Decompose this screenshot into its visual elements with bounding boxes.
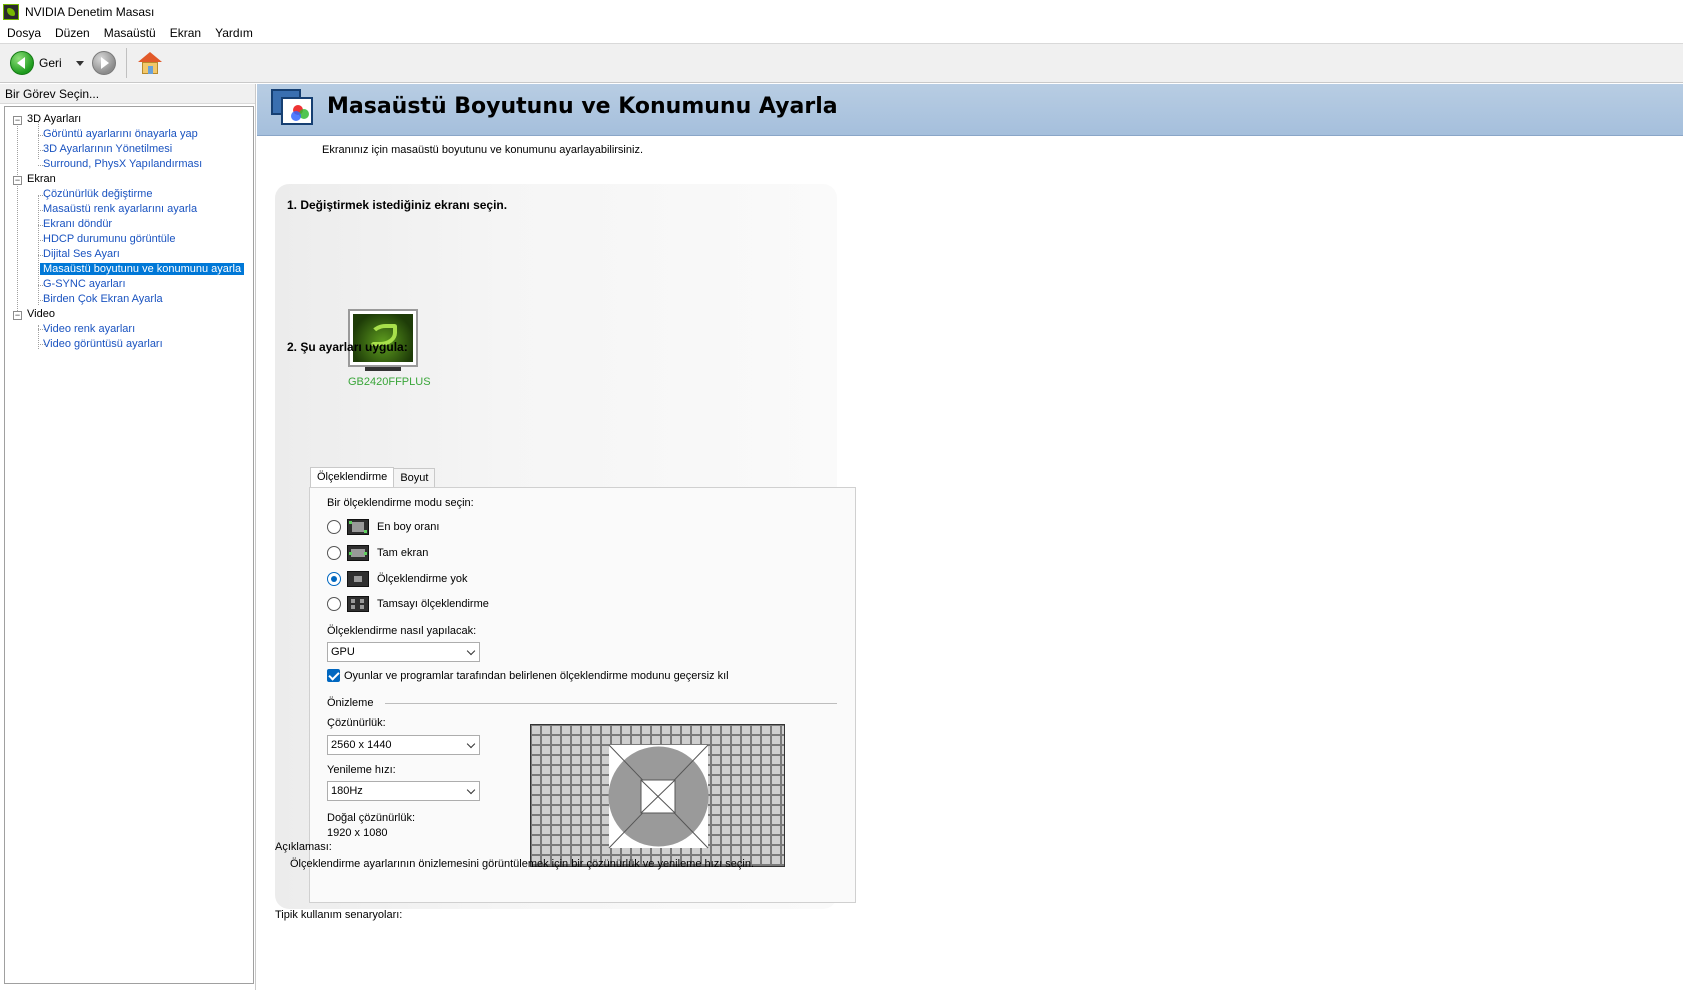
tree-item-digital-audio[interactable]: Dijital Ses Ayarı [43,248,120,260]
radio-no-scaling[interactable] [327,572,341,586]
back-arrow-icon [10,51,34,75]
integer-scaling-icon [347,596,369,612]
override-label: Oyunlar ve programlar tarafından belirle… [344,669,729,682]
refresh-value: 180Hz [331,785,363,797]
scaling-method-value: GPU [331,646,355,658]
tree-item-surround-physx[interactable]: Surround, PhysX Yapılandırması [43,158,202,170]
monitor-icon [348,309,418,367]
mode-label: Ölçeklendirme yok [377,573,468,585]
scaling-mode-label: Bir ölçeklendirme modu seçin: [327,497,474,509]
tree-category-3d[interactable]: 3D Ayarları [27,113,81,125]
native-resolution-value: 1920 x 1080 [327,827,388,839]
scaling-tab-panel: Bir ölçeklendirme modu seçin: En boy ora… [309,487,856,903]
menu-duzen[interactable]: Düzen [48,26,97,40]
tree-item-desktop-size[interactable]: Masaüstü boyutunu ve konumunu ayarla [40,263,245,275]
back-label: Geri [39,56,62,70]
history-dropdown-icon[interactable] [75,60,84,66]
mode-aspect-ratio[interactable]: En boy oranı [327,518,439,536]
native-resolution-label: Doğal çözünürlük: [327,812,416,824]
settings-tabs: Ölçeklendirme Boyut [310,466,436,488]
refresh-select[interactable]: 180Hz [327,781,480,801]
mode-label: Tamsayı ölçeklendirme [377,598,489,610]
home-icon[interactable] [137,51,163,75]
override-checkbox-row[interactable]: Oyunlar ve programlar tarafından belirle… [327,669,729,682]
page-intro: Ekranınız için masaüstü boyutunu ve konu… [322,144,643,156]
no-scaling-icon [347,571,369,587]
mode-no-scaling[interactable]: Ölçeklendirme yok [327,570,467,588]
step2-title: 2. Şu ayarları uygula: [287,340,408,354]
tree-item-gsync[interactable]: G-SYNC ayarları [43,278,126,290]
task-tree: − 3D Ayarları Görüntü ayarlarını önayarl… [4,106,254,984]
menu-dosya[interactable]: Dosya [0,26,48,40]
tree-item-desktop-color[interactable]: Masaüstü renk ayarlarını ayarla [43,203,197,215]
preview-pattern-icon [531,725,784,866]
override-checkbox[interactable] [327,669,340,682]
tab-size[interactable]: Boyut [393,468,436,487]
expand-3d-icon[interactable]: − [13,116,22,125]
chevron-down-icon [466,646,476,656]
window-title: NVIDIA Denetim Masası [25,4,155,19]
page-banner: Masaüstü Boyutunu ve Konumunu Ayarla [257,84,1683,136]
title-bar: NVIDIA Denetim Masası [0,0,1683,23]
display-name: GB2420FFPLUS [348,376,431,388]
tree-item-rotate[interactable]: Ekranı döndür [43,218,112,230]
step1-title: 1. Değiştirmek istediğiniz ekranı seçin. [287,198,508,212]
expand-video-icon[interactable]: − [13,311,22,320]
tree-item-multiple-displays[interactable]: Birden Çok Ekran Ayarla [43,293,163,305]
radio-aspect-ratio[interactable] [327,520,341,534]
forward-arrow-icon[interactable] [91,51,116,75]
mode-label: En boy oranı [377,521,440,533]
tree-item-image-presets[interactable]: Görüntü ayarlarını önayarla yap [43,128,198,140]
toolbar-separator [125,48,127,78]
tree-item-video-image[interactable]: Video görüntüsü ayarları [43,338,163,350]
tree-item-hdcp[interactable]: HDCP durumunu görüntüle [43,233,175,245]
menu-masaustu[interactable]: Masaüstü [97,26,163,40]
nvidia-app-icon [3,3,19,20]
toolbar: Geri [0,43,1683,83]
tree-item-resolution[interactable]: Çözünürlük değiştirme [43,188,152,200]
scaling-method-select[interactable]: GPU [327,642,480,662]
tree-item-video-color[interactable]: Video renk ayarları [43,323,135,335]
aspect-ratio-icon [347,519,369,535]
radio-integer-scaling[interactable] [327,597,341,611]
chevron-down-icon [466,739,476,749]
tree-item-manage-3d[interactable]: 3D Ayarlarının Yönetilmesi [43,143,172,155]
tab-scaling[interactable]: Ölçeklendirme [310,467,395,488]
scaling-preview [530,724,785,867]
typical-usage-label: Tipik kullanım senaryoları: [275,909,403,921]
description-label: Açıklaması: [275,841,332,853]
menu-ekran[interactable]: Ekran [163,26,208,40]
resolution-value: 2560 x 1440 [331,739,392,751]
scaling-method-label: Ölçeklendirme nasıl yapılacak: [327,625,477,637]
page-title: Masaüstü Boyutunu ve Konumunu Ayarla [327,94,838,119]
tree-category-video[interactable]: Video [27,308,55,320]
chevron-down-icon [466,785,476,795]
display-selector[interactable]: GB2420FFPLUS [348,309,431,399]
back-button[interactable]: Geri [10,51,62,75]
mode-integer-scaling[interactable]: Tamsayı ölçeklendirme [327,595,489,613]
desktop-size-icon [271,89,315,129]
mode-full-screen[interactable]: Tam ekran [327,544,428,562]
content-pane: Masaüstü Boyutunu ve Konumunu Ayarla Ekr… [257,84,1683,990]
refresh-label: Yenileme hızı: [327,764,396,776]
resolution-label: Çözünürlük: [327,717,386,729]
description-text: Ölçeklendirme ayarlarının önizlemesini g… [290,858,755,870]
tree-category-ekran[interactable]: Ekran [27,173,56,185]
resolution-select[interactable]: 2560 x 1440 [327,735,480,755]
menu-yardim[interactable]: Yardım [208,26,260,40]
radio-full-screen[interactable] [327,546,341,560]
menu-bar: Dosya Düzen Masaüstü Ekran Yardım [0,23,1683,43]
task-pane-header: Bir Görev Seçin... [0,84,255,104]
full-screen-icon [347,545,369,561]
mode-label: Tam ekran [377,547,429,559]
preview-divider [385,703,837,704]
preview-label: Önizleme [327,697,374,709]
expand-ekran-icon[interactable]: − [13,176,22,185]
task-pane: Bir Görev Seçin... − 3D Ayarları Görüntü… [0,84,256,990]
